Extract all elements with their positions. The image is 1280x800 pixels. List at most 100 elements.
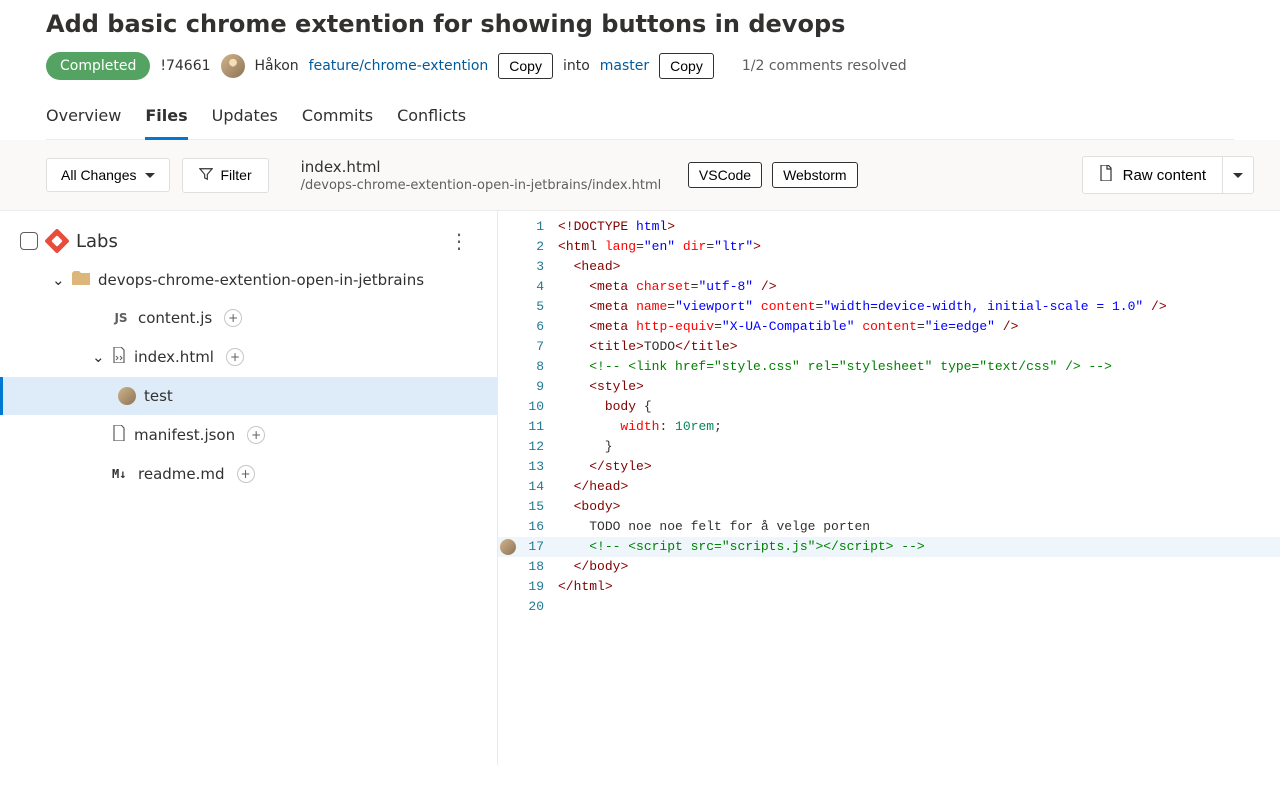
filter-label: Filter — [221, 167, 252, 183]
tree-file-readme-md[interactable]: M↓ readme.md + — [0, 455, 497, 493]
code-content: <html lang="en" dir="ltr"> — [558, 237, 761, 257]
tree-folder[interactable]: ⌄ devops-chrome-extention-open-in-jetbra… — [0, 261, 497, 299]
tree-folder-label: devops-chrome-extention-open-in-jetbrain… — [98, 271, 424, 289]
line-number: 7 — [518, 337, 558, 357]
open-in-vscode-button[interactable]: VSCode — [688, 162, 762, 188]
chevron-down-icon: ⌄ — [92, 348, 104, 366]
line-number: 11 — [518, 417, 558, 437]
line-number: 20 — [518, 597, 558, 617]
tab-overview[interactable]: Overview — [46, 106, 121, 140]
tree-file-content-js[interactable]: JS content.js + — [0, 299, 497, 337]
code-line[interactable]: 1<!DOCTYPE html> — [498, 217, 1280, 237]
copy-source-branch-button[interactable]: Copy — [498, 53, 553, 79]
tree-more-button[interactable]: ⋮ — [441, 229, 477, 253]
code-line[interactable]: 4 <meta charset="utf-8" /> — [498, 277, 1280, 297]
line-number: 1 — [518, 217, 558, 237]
tree-comment-thread[interactable]: test — [0, 377, 497, 415]
filter-button[interactable]: Filter — [182, 158, 269, 193]
code-line[interactable]: 15 <body> — [498, 497, 1280, 517]
tree-file-label: content.js — [138, 309, 212, 327]
code-content: <meta charset="utf-8" /> — [558, 277, 777, 297]
added-badge-icon: + — [237, 465, 255, 483]
status-badge: Completed — [46, 52, 150, 80]
code-line[interactable]: 7 <title>TODO</title> — [498, 337, 1280, 357]
code-content: width: 10rem; — [558, 417, 722, 437]
target-branch-link[interactable]: master — [600, 58, 649, 74]
line-number: 2 — [518, 237, 558, 257]
tab-updates[interactable]: Updates — [212, 106, 278, 140]
code-content: <!DOCTYPE html> — [558, 217, 675, 237]
avatar — [118, 387, 136, 405]
code-content: } — [558, 437, 613, 457]
json-file-icon — [112, 425, 126, 445]
js-file-icon: JS — [112, 311, 130, 325]
line-number: 12 — [518, 437, 558, 457]
tree-root-checkbox[interactable] — [20, 232, 38, 250]
folder-icon — [72, 271, 90, 289]
tree-file-label: readme.md — [138, 465, 225, 483]
line-number: 14 — [518, 477, 558, 497]
avatar[interactable] — [221, 54, 245, 78]
code-line[interactable]: 17 <!-- <script src="scripts.js"></scrip… — [498, 537, 1280, 557]
code-content: TODO noe noe felt for å velge porten — [558, 517, 870, 537]
code-line[interactable]: 5 <meta name="viewport" content="width=d… — [498, 297, 1280, 317]
code-line[interactable]: 20 — [498, 597, 1280, 617]
tree-file-label: manifest.json — [134, 426, 235, 444]
line-number: 18 — [518, 557, 558, 577]
code-content: <style> — [558, 377, 644, 397]
tab-files[interactable]: Files — [145, 106, 187, 140]
code-line[interactable]: 6 <meta http-equiv="X-UA-Compatible" con… — [498, 317, 1280, 337]
all-changes-dropdown[interactable]: All Changes — [46, 158, 170, 192]
code-line[interactable]: 19</html> — [498, 577, 1280, 597]
pr-id: !74661 — [160, 58, 210, 74]
author-name: Håkon — [255, 58, 299, 74]
current-file-path: /devops-chrome-extention-open-in-jetbrai… — [301, 178, 676, 193]
line-number: 3 — [518, 257, 558, 277]
code-content: </head> — [558, 477, 628, 497]
comments-resolved: 1/2 comments resolved — [742, 58, 907, 74]
line-number: 17 — [518, 537, 558, 557]
code-content: body { — [558, 397, 652, 417]
avatar[interactable] — [500, 539, 516, 555]
line-number: 19 — [518, 577, 558, 597]
code-viewer[interactable]: 1<!DOCTYPE html>2<html lang="en" dir="lt… — [498, 211, 1280, 765]
raw-content-more-button[interactable] — [1223, 156, 1254, 194]
tree-file-manifest-json[interactable]: manifest.json + — [0, 415, 497, 455]
filter-icon — [199, 167, 213, 184]
code-line[interactable]: 16 TODO noe noe felt for å velge porten — [498, 517, 1280, 537]
line-number: 6 — [518, 317, 558, 337]
tab-commits[interactable]: Commits — [302, 106, 373, 140]
code-line[interactable]: 11 width: 10rem; — [498, 417, 1280, 437]
code-line[interactable]: 8 <!-- <link href="style.css" rel="style… — [498, 357, 1280, 377]
code-line[interactable]: 14 </head> — [498, 477, 1280, 497]
chevron-down-icon — [1233, 173, 1243, 178]
tab-conflicts[interactable]: Conflicts — [397, 106, 466, 140]
code-line[interactable]: 13 </style> — [498, 457, 1280, 477]
added-badge-icon: + — [247, 426, 265, 444]
code-content: <meta http-equiv="X-UA-Compatible" conte… — [558, 317, 1018, 337]
code-line[interactable]: 2<html lang="en" dir="ltr"> — [498, 237, 1280, 257]
line-number: 8 — [518, 357, 558, 377]
raw-content-label: Raw content — [1123, 167, 1206, 184]
added-badge-icon: + — [226, 348, 244, 366]
code-line[interactable]: 10 body { — [498, 397, 1280, 417]
chevron-down-icon — [145, 173, 155, 178]
code-line[interactable]: 18 </body> — [498, 557, 1280, 577]
code-content: <meta name="viewport" content="width=dev… — [558, 297, 1167, 317]
line-number: 9 — [518, 377, 558, 397]
source-branch-link[interactable]: feature/chrome-extention — [309, 58, 489, 74]
code-content: <body> — [558, 497, 620, 517]
all-changes-label: All Changes — [61, 167, 137, 183]
code-line[interactable]: 3 <head> — [498, 257, 1280, 277]
line-number: 13 — [518, 457, 558, 477]
copy-target-branch-button[interactable]: Copy — [659, 53, 714, 79]
tree-file-label: index.html — [134, 348, 214, 366]
markdown-file-icon: M↓ — [112, 467, 130, 481]
code-line[interactable]: 12 } — [498, 437, 1280, 457]
open-in-webstorm-button[interactable]: Webstorm — [772, 162, 858, 188]
repo-icon — [44, 228, 69, 253]
tree-file-index-html[interactable]: ⌄ index.html + — [0, 337, 497, 377]
line-number: 5 — [518, 297, 558, 317]
raw-content-button[interactable]: Raw content — [1082, 156, 1223, 194]
code-line[interactable]: 9 <style> — [498, 377, 1280, 397]
